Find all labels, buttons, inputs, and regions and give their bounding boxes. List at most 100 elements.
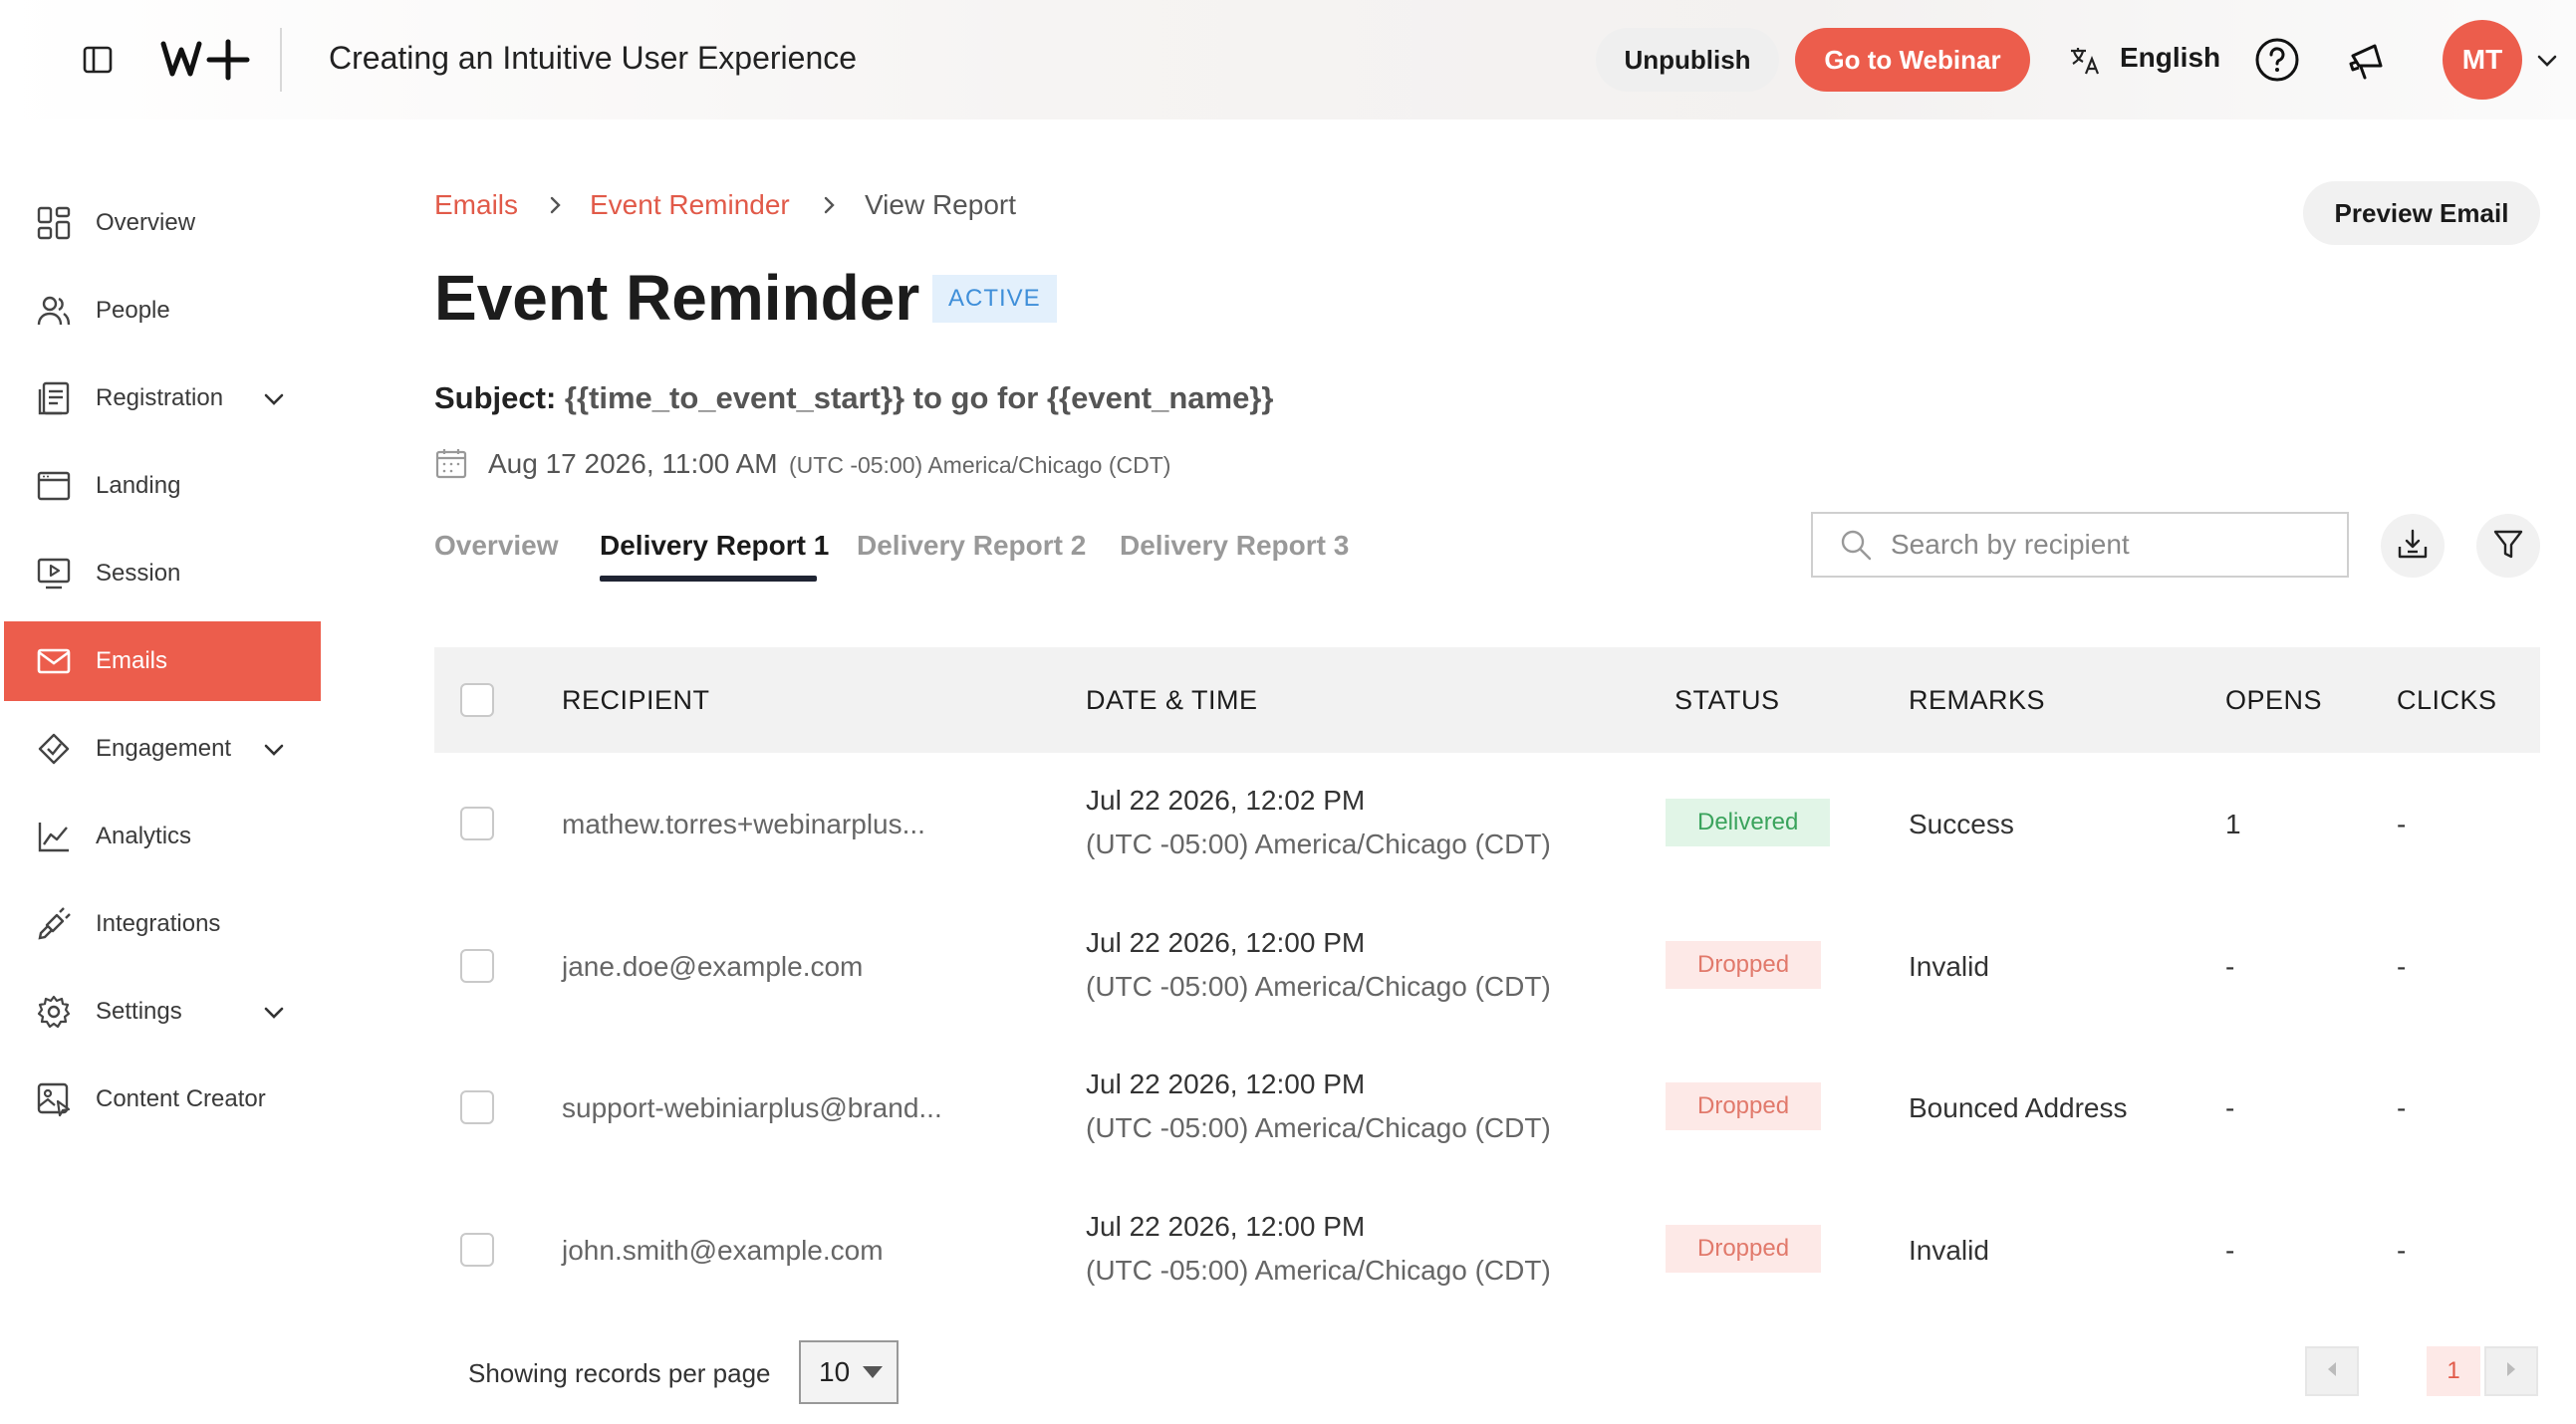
chevron-down-icon[interactable] xyxy=(2534,48,2560,74)
page-number-button[interactable]: 1 xyxy=(2427,1346,2480,1396)
filter-button[interactable] xyxy=(2476,514,2540,578)
send-date: Aug 17 2026, 11:00 AM xyxy=(488,448,778,479)
status-badge: Dropped xyxy=(1666,941,1822,989)
opens-cell: - xyxy=(2225,1092,2235,1123)
breadcrumb-event-reminder[interactable]: Event Reminder xyxy=(590,189,790,221)
user-avatar[interactable]: MT xyxy=(2443,20,2522,100)
remarks-cell: Success xyxy=(1909,809,2014,839)
sidebar-item-emails[interactable]: Emails xyxy=(4,621,321,701)
timezone-cell: (UTC -05:00) America/Chicago (CDT) xyxy=(1086,1112,1551,1143)
plug-icon xyxy=(36,906,72,942)
select-all-checkbox[interactable] xyxy=(460,683,494,717)
status-badge: Dropped xyxy=(1666,1225,1822,1273)
recipient-cell: mathew.torres+webinarplus... xyxy=(562,809,925,839)
mail-icon xyxy=(36,643,72,679)
tab-delivery-report-1[interactable]: Delivery Report 1 xyxy=(600,530,829,562)
tab-overview[interactable]: Overview xyxy=(434,530,559,562)
sidebar-item-people[interactable]: People xyxy=(4,271,321,351)
content-creator-icon xyxy=(36,1081,72,1117)
remarks-cell: Bounced Address xyxy=(1909,1092,2128,1123)
opens-cell: 1 xyxy=(2225,809,2241,839)
translate-icon[interactable] xyxy=(2068,44,2102,78)
sidebar-item-landing[interactable]: Landing xyxy=(4,446,321,526)
help-icon[interactable] xyxy=(2253,36,2301,84)
chevron-down-icon[interactable] xyxy=(261,1000,287,1026)
column-header-recipient[interactable]: RECIPIENT xyxy=(562,685,710,716)
column-header-clicks[interactable]: CLICKS xyxy=(2397,685,2497,716)
tab-delivery-report-3[interactable]: Delivery Report 3 xyxy=(1120,530,1349,562)
chevron-down-icon[interactable] xyxy=(261,386,287,412)
caret-down-icon xyxy=(863,1366,883,1378)
engagement-icon xyxy=(36,731,72,767)
sidebar-item-session[interactable]: Session xyxy=(4,534,321,613)
sidebar-item-label: Registration xyxy=(96,384,224,411)
sidebar-item-label: Integrations xyxy=(96,910,221,937)
sidebar-item-label: Session xyxy=(96,560,181,587)
sidebar-item-label: Content Creator xyxy=(96,1085,266,1112)
recipient-cell: john.smith@example.com xyxy=(562,1235,884,1266)
chevron-right-icon xyxy=(817,193,841,217)
sidebar-item-label: Engagement xyxy=(96,735,232,762)
previous-page-button[interactable] xyxy=(2305,1346,2359,1396)
go-to-webinar-button[interactable]: Go to Webinar xyxy=(1795,28,2030,92)
preview-email-button[interactable]: Preview Email xyxy=(2303,181,2540,245)
page-title: Event Reminder xyxy=(434,262,920,334)
per-page-select[interactable]: 10 xyxy=(799,1340,899,1404)
landing-icon xyxy=(36,468,72,504)
column-header-remarks[interactable]: REMARKS xyxy=(1909,685,2045,716)
calendar-icon xyxy=(434,446,468,480)
search-input[interactable] xyxy=(1891,522,2329,568)
sidebar-item-label: Landing xyxy=(96,472,181,499)
session-icon xyxy=(36,556,72,592)
row-checkbox[interactable] xyxy=(460,1233,494,1267)
tab-delivery-report-2[interactable]: Delivery Report 2 xyxy=(857,530,1086,562)
sidebar-item-engagement[interactable]: Engagement xyxy=(4,709,321,789)
sidebar-toggle-icon[interactable] xyxy=(82,44,114,76)
sidebar-item-registration[interactable]: Registration xyxy=(4,358,321,438)
clicks-cell: - xyxy=(2397,1235,2407,1266)
date-cell: Jul 22 2026, 12:00 PM xyxy=(1086,927,1366,958)
sidebar-item-integrations[interactable]: Integrations xyxy=(4,884,321,964)
column-header-opens[interactable]: OPENS xyxy=(2225,685,2322,716)
active-tab-indicator xyxy=(600,576,817,582)
subject-value: {{time_to_event_start}} to go for {{even… xyxy=(564,380,1274,415)
unpublish-button[interactable]: Unpublish xyxy=(1596,28,1779,92)
sidebar-item-label: Emails xyxy=(96,647,168,674)
grid-icon xyxy=(36,205,72,241)
next-page-button[interactable] xyxy=(2484,1346,2538,1396)
sidebar-item-settings[interactable]: Settings xyxy=(4,972,321,1052)
status-badge: ACTIVE xyxy=(932,275,1057,323)
row-checkbox[interactable] xyxy=(460,1090,494,1124)
row-checkbox[interactable] xyxy=(460,807,494,840)
language-selector[interactable]: English xyxy=(2120,42,2220,74)
status-badge: Delivered xyxy=(1666,799,1831,846)
people-icon xyxy=(36,293,72,329)
breadcrumb-view-report: View Report xyxy=(865,189,1017,220)
gear-icon xyxy=(36,994,72,1030)
clicks-cell: - xyxy=(2397,1092,2407,1123)
table-header xyxy=(434,647,2540,753)
sidebar-item-content-creator[interactable]: Content Creator xyxy=(4,1060,321,1139)
download-button[interactable] xyxy=(2381,514,2445,578)
column-header-date-time[interactable]: DATE & TIME xyxy=(1086,685,1258,716)
recipient-cell: support-webiniarplus@brand... xyxy=(562,1092,942,1123)
row-checkbox[interactable] xyxy=(460,949,494,983)
sidebar-item-overview[interactable]: Overview xyxy=(4,183,321,263)
subject-label: Subject: xyxy=(434,380,557,415)
breadcrumb-emails[interactable]: Emails xyxy=(434,189,518,221)
sidebar-item-label: Analytics xyxy=(96,823,192,849)
sidebar-item-label: People xyxy=(96,297,170,324)
remarks-cell: Invalid xyxy=(1909,1235,1989,1266)
column-header-status[interactable]: STATUS xyxy=(1674,685,1780,716)
status-badge: Dropped xyxy=(1666,1082,1822,1130)
sidebar-item-label: Overview xyxy=(96,209,196,236)
brand-logo-icon[interactable] xyxy=(159,36,251,84)
registration-icon xyxy=(36,380,72,416)
download-icon xyxy=(2396,527,2430,566)
megaphone-icon[interactable] xyxy=(2345,36,2393,84)
sidebar-item-analytics[interactable]: Analytics xyxy=(4,797,321,876)
opens-cell: - xyxy=(2225,951,2235,982)
caret-left-icon xyxy=(2325,1360,2339,1383)
chevron-down-icon[interactable] xyxy=(261,737,287,763)
send-timezone: (UTC -05:00) America/Chicago (CDT) xyxy=(789,452,1171,478)
